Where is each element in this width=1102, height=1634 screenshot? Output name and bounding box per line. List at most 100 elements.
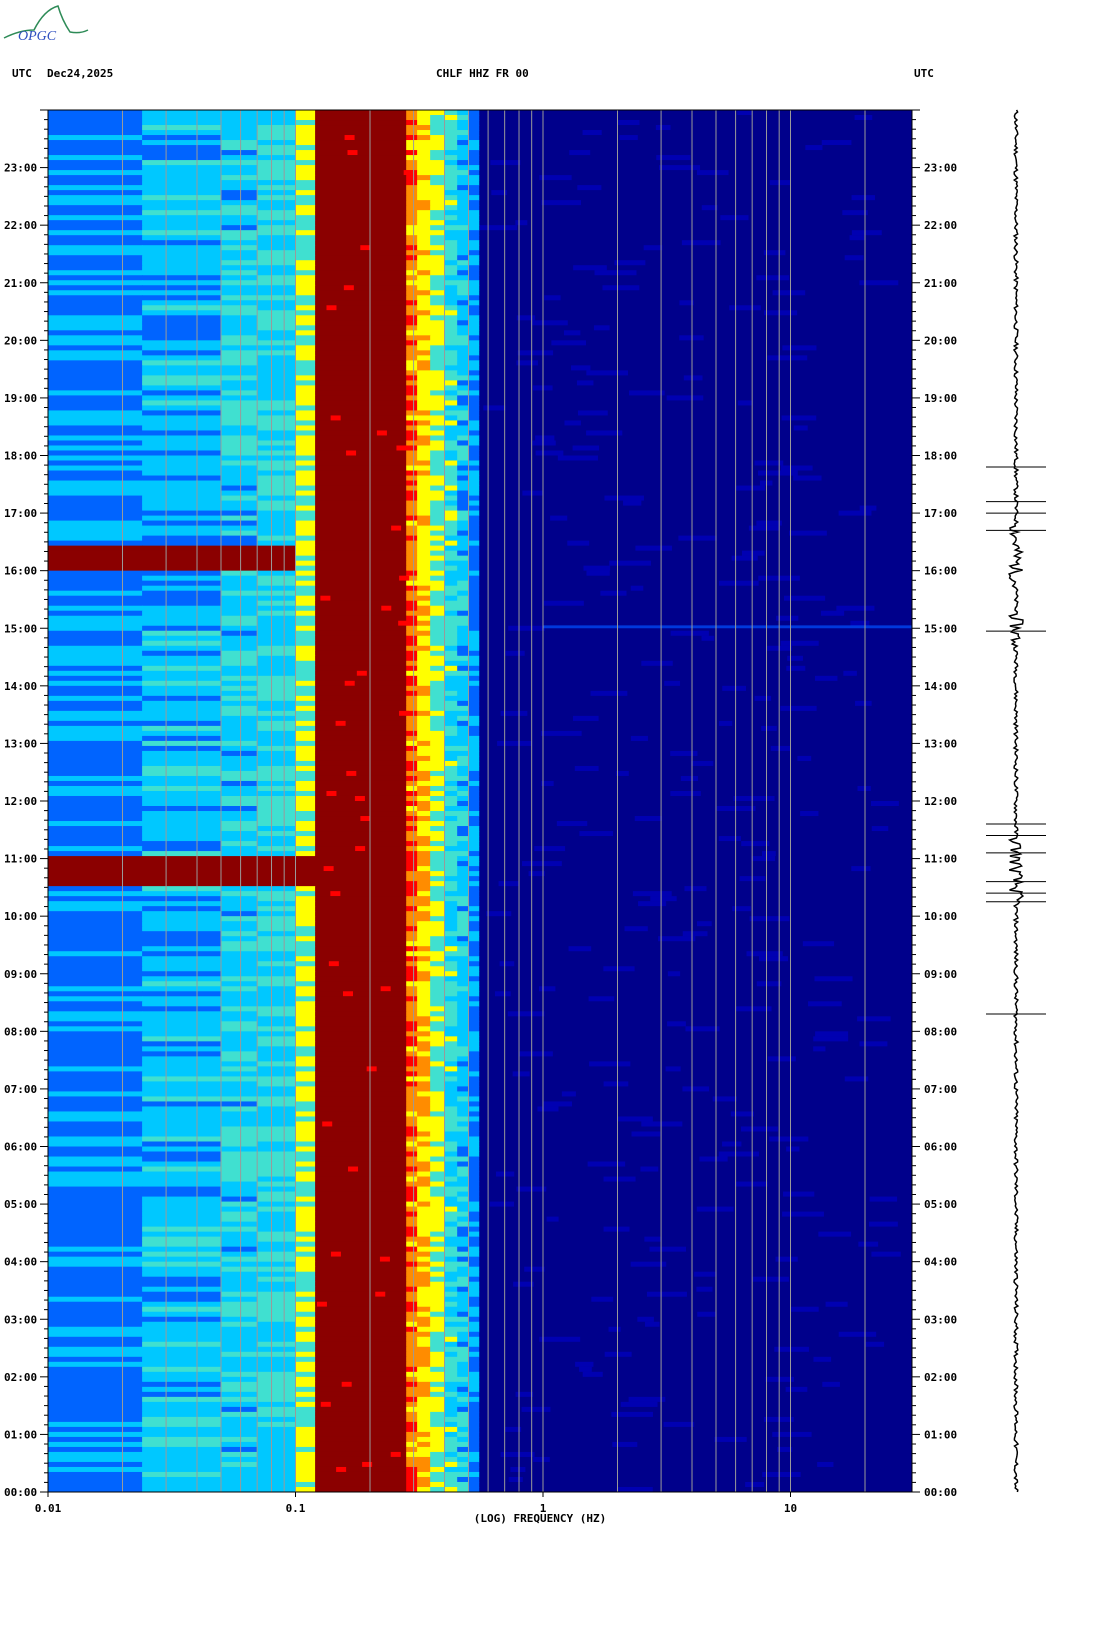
heatmap-cell (551, 340, 586, 346)
y-tick-label-right: 13:00 (924, 737, 957, 750)
heatmap-cell (315, 630, 407, 637)
heatmap-cell (430, 856, 446, 862)
heatmap-cell (48, 415, 143, 421)
heatmap-cell (295, 385, 316, 391)
heatmap-cell (257, 1126, 296, 1132)
heatmap-cell (315, 1081, 407, 1087)
heatmap-cell (406, 365, 418, 371)
heatmap-cell (315, 755, 407, 762)
heatmap-cell (641, 1121, 683, 1127)
heatmap-cell (444, 770, 458, 777)
heatmap-cell (444, 685, 458, 692)
heatmap-cell (315, 1026, 407, 1032)
heatmap-cell (444, 675, 458, 682)
heatmap-cell (257, 1296, 296, 1303)
heatmap-cell (444, 1261, 458, 1268)
heatmap-cell (257, 325, 296, 331)
heatmap-cell (315, 1291, 407, 1298)
heatmap-cell (220, 130, 258, 136)
heatmap-cell (257, 470, 296, 477)
heatmap-cell (257, 1471, 296, 1478)
heatmap-cell (257, 801, 296, 807)
heatmap-cell (48, 1336, 143, 1343)
heatmap-cell (457, 1451, 469, 1458)
heatmap-cell (859, 1041, 888, 1047)
heatmap-cell (142, 1266, 222, 1273)
heatmap-cell (430, 961, 446, 967)
heatmap-cell (417, 675, 431, 682)
heatmap-cell (257, 405, 296, 411)
heatmap-cell (444, 1276, 458, 1283)
heatmap-cell (315, 886, 407, 892)
heatmap-cell (257, 380, 296, 386)
heatmap-cell (417, 1231, 431, 1238)
heatmap-cell (142, 185, 222, 191)
heatmap-cell (48, 1131, 143, 1137)
heatmap-cell (142, 871, 222, 877)
heatmap-cell (406, 350, 418, 356)
heatmap-cell (468, 235, 480, 241)
heatmap-cell (417, 205, 431, 211)
heatmap-cell (457, 545, 469, 552)
heatmap-cell (430, 1131, 446, 1137)
heatmap-cell (257, 851, 296, 857)
heatmap-cell (315, 275, 407, 281)
heatmap-cell (142, 180, 222, 186)
heatmap-cell (406, 921, 418, 927)
heatmap-cell (696, 921, 712, 927)
heatmap-cell (444, 816, 458, 822)
heatmap-cell (220, 1231, 258, 1238)
heatmap-cell (417, 260, 431, 266)
heatmap-cell (444, 400, 458, 406)
heatmap-cell (444, 1336, 458, 1343)
heatmap-cell (457, 540, 469, 547)
heatmap-cell (315, 1176, 407, 1183)
heatmap-cell (220, 265, 258, 271)
heatmap-cell (406, 215, 418, 221)
heatmap-cell (430, 1001, 446, 1007)
heatmap-cell (444, 135, 458, 141)
heatmap-cell (220, 150, 258, 156)
heatmap-cell (406, 1116, 418, 1122)
heatmap-cell (457, 876, 469, 882)
heatmap-cell (142, 1246, 222, 1253)
heatmap-cell (220, 790, 258, 797)
heatmap-cell (417, 535, 431, 542)
heatmap-cell (457, 886, 469, 892)
heatmap-cell (48, 891, 143, 897)
heatmap-cell (295, 936, 316, 942)
heatmap-cell (457, 230, 469, 236)
heatmap-cell (457, 1076, 469, 1082)
heatmap-cell (417, 780, 431, 787)
heatmap-cell (468, 906, 480, 912)
heatmap-cell (220, 600, 258, 607)
heatmap-cell (417, 235, 431, 241)
heatmap-cell (142, 370, 222, 376)
heatmap-cell (694, 1271, 717, 1277)
heatmap-cell (468, 725, 480, 732)
heatmap-cell (430, 841, 446, 847)
heatmap-cell (142, 430, 222, 436)
heatmap-cell (535, 435, 555, 441)
heatmap-cell (430, 680, 446, 687)
heatmap-cell (430, 1146, 446, 1153)
heatmap-cell (468, 270, 480, 276)
heatmap-cell (142, 1036, 222, 1042)
heatmap-cell (406, 1101, 418, 1107)
heatmap-cell (468, 1431, 480, 1438)
heatmap-cell (330, 1251, 341, 1257)
heatmap-cell (430, 390, 446, 396)
heatmap-cell (315, 545, 407, 552)
heatmap-cell (142, 1301, 222, 1308)
heatmap-cell (142, 1191, 222, 1198)
heatmap-cell (513, 1281, 534, 1287)
heatmap-cell (406, 971, 418, 977)
heatmap-cell (142, 1181, 222, 1188)
heatmap-cell (406, 861, 418, 867)
heatmap-cell (315, 145, 407, 151)
heatmap-cell (430, 340, 446, 346)
heatmap-cell (220, 540, 258, 547)
heatmap-cell (48, 445, 143, 451)
heatmap-cell (257, 275, 296, 281)
heatmap-cell (257, 936, 296, 942)
